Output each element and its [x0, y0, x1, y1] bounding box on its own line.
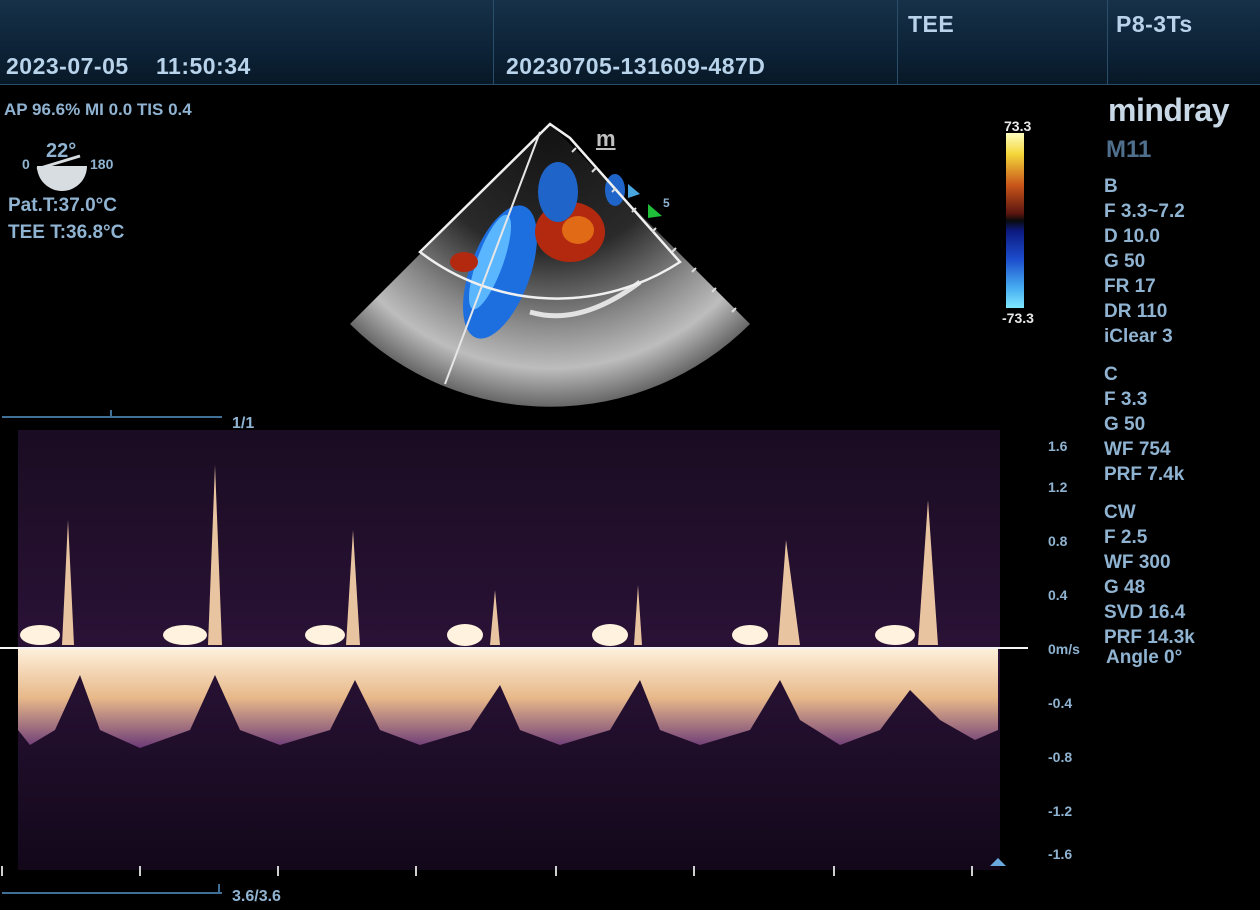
c-mode-param: F 3.3 [1104, 389, 1148, 410]
scale-label: 1.6 [1048, 438, 1068, 454]
timeline-bar-top[interactable] [2, 416, 222, 418]
cw-mode-param: SVD 16.4 [1104, 602, 1186, 623]
b-mode-param: iClear 3 [1104, 326, 1173, 347]
exam-time: 11:50:34 [156, 53, 251, 79]
c-mode-title: C [1104, 364, 1118, 385]
b-mode-param: D 10.0 [1104, 226, 1160, 247]
color-velocity-bar [1006, 133, 1024, 308]
b-mode-param: FR 17 [1104, 276, 1156, 297]
probe-temperature: TEE T:36.8°C [8, 222, 125, 243]
c-mode-param: PRF 7.4k [1104, 464, 1185, 485]
scale-label: -1.2 [1048, 803, 1073, 819]
timeline-bar-bottom[interactable] [2, 892, 222, 894]
b-mode-title: B [1104, 176, 1118, 197]
patient-id[interactable]: 20230705-131609-487D [506, 53, 765, 80]
scale-label: 1.2 [1048, 479, 1068, 495]
b-mode-param: G 50 [1104, 251, 1146, 272]
scale-label: 0.8 [1048, 533, 1068, 549]
header-bar: 2023-07-05 11:50:34 20230705-131609-487D… [0, 0, 1260, 85]
b-mode-param: F 3.3~7.2 [1104, 201, 1185, 222]
cw-mode-param: PRF 14.3k [1104, 627, 1195, 648]
probe-name[interactable]: P8-3Ts [1116, 11, 1193, 38]
semicircle-icon [36, 154, 87, 191]
acoustic-output: AP 96.6% MI 0.0 TIS 0.4 [4, 100, 192, 119]
ultrasound-sector-image[interactable] [340, 112, 760, 412]
scale-label: 0.4 [1048, 587, 1068, 603]
image-orientation-marker: m [596, 126, 616, 151]
scale-label: -0.4 [1048, 695, 1073, 711]
timeline-marker-icon [110, 410, 112, 418]
page-indicator-bottom: 3.6/3.6 [232, 888, 281, 905]
brand-logo: mindray [1108, 92, 1229, 128]
cw-mode-param: G 48 [1104, 577, 1146, 598]
exam-mode[interactable]: TEE [908, 11, 954, 38]
cw-mode-param: Angle 0° [1106, 647, 1183, 668]
scale-label: 0m/s [1048, 641, 1080, 657]
focus-marker-icon [628, 184, 640, 198]
patient-temperature: Pat.T:37.0°C [8, 195, 117, 216]
cursor-marker-icon [648, 204, 662, 218]
timeline-end-icon [218, 884, 220, 894]
cw-mode-param: WF 300 [1104, 552, 1171, 573]
scale-label: -1.6 [1048, 846, 1073, 862]
probe-angle-indicator: 22° 0 180 [20, 138, 130, 194]
exam-date: 2023-07-05 [6, 53, 129, 79]
cw-mode-title: CW [1104, 502, 1136, 523]
color-bar-min: -73.3 [1002, 310, 1034, 326]
cw-doppler-spectrum[interactable] [0, 430, 1040, 880]
device-model: M11 [1106, 136, 1152, 163]
scale-label: -0.8 [1048, 749, 1073, 765]
b-mode-param: DR 110 [1104, 301, 1168, 322]
color-bar-max: 73.3 [1004, 118, 1032, 134]
focal-zone-number: 5 [663, 196, 670, 210]
c-mode-param: WF 754 [1104, 439, 1171, 460]
cw-mode-param: F 2.5 [1104, 527, 1148, 548]
c-mode-param: G 50 [1104, 414, 1146, 435]
